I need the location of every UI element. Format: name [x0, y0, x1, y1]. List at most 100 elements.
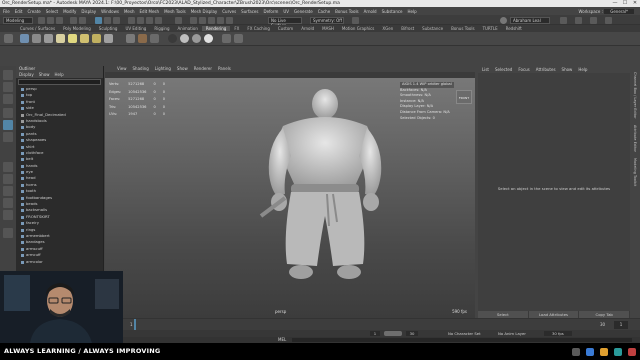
render-view-icon[interactable] — [190, 16, 197, 24]
range-slider-handle[interactable] — [384, 331, 402, 336]
shelf-tab-custom[interactable]: Custom — [274, 26, 297, 31]
close-button[interactable]: ✕ — [630, 0, 640, 7]
open-scene-icon[interactable] — [47, 16, 54, 24]
menu-uv[interactable]: UV — [283, 9, 289, 14]
camera-icon[interactable] — [20, 34, 29, 43]
menu-substance[interactable]: Substance — [382, 9, 403, 14]
load-attributes-button[interactable]: Load Attributes — [528, 311, 580, 318]
rotate-tool-icon[interactable] — [3, 120, 13, 130]
blinn-icon[interactable] — [180, 34, 189, 43]
ae-menu-help[interactable]: Help — [578, 66, 587, 73]
outliner-search-input[interactable] — [18, 79, 101, 85]
menu-edit[interactable]: Edit — [15, 9, 23, 14]
snap-point-icon[interactable] — [146, 16, 153, 24]
select-by-component-icon[interactable] — [113, 16, 120, 24]
tool-settings-icon[interactable] — [590, 16, 597, 24]
snap-view-plane-icon[interactable] — [155, 16, 162, 24]
move-tool-icon[interactable] — [3, 108, 13, 118]
menu-surfaces[interactable]: Surfaces — [241, 9, 258, 14]
avatar[interactable] — [500, 16, 507, 24]
range-end-field[interactable]: 30 — [406, 331, 418, 336]
snap-grid-icon[interactable] — [128, 16, 135, 24]
menu-select[interactable]: Select — [46, 9, 58, 14]
menu-deform[interactable]: Deform — [263, 9, 278, 14]
shelf-menu-icon[interactable] — [4, 34, 13, 43]
viewport-3d[interactable]: Verts: 5271268 0 0 Edges: 10542536 0 0 Faces: 5… — [105, 78, 475, 318]
layout-option-icon[interactable] — [3, 228, 13, 238]
save-scene-icon[interactable] — [56, 16, 63, 24]
menu-mesh-display[interactable]: Mesh Display — [191, 9, 218, 14]
hypershade-shelf-icon[interactable] — [222, 34, 231, 43]
four-pane-icon[interactable] — [3, 174, 13, 184]
menu-bonus-tools[interactable]: Bonus Tools — [335, 9, 358, 14]
render-setup-icon[interactable] — [234, 34, 243, 43]
menu-display[interactable]: Display — [81, 9, 96, 14]
shelf-tab-motion-graphics[interactable]: Motion Graphics — [338, 26, 379, 31]
select-tool-icon[interactable] — [3, 70, 13, 80]
current-frame-field[interactable]: 1 — [614, 320, 628, 329]
ae-menu-focus[interactable]: Focus — [518, 66, 529, 73]
ae-menu-attributes[interactable]: Attributes — [536, 66, 556, 73]
menu-help[interactable]: Help — [408, 9, 417, 14]
xray-icon[interactable] — [352, 16, 359, 24]
menu-edit-mesh[interactable]: Edit Mesh — [140, 9, 160, 14]
app-icon[interactable] — [628, 347, 636, 356]
new-scene-icon[interactable] — [38, 16, 45, 24]
lambert-icon[interactable] — [168, 34, 177, 43]
shelf-tab-poly-modeling[interactable]: Poly Modeling — [59, 26, 95, 31]
render-settings-shelf-icon[interactable] — [150, 34, 159, 43]
file-explorer-icon[interactable] — [586, 347, 594, 356]
menu-mesh-tools[interactable]: Mesh Tools — [164, 9, 186, 14]
ambient-light-icon[interactable] — [44, 34, 53, 43]
shelf-tab-redshift[interactable]: Redshift — [502, 26, 526, 31]
shelf-tab-turtle[interactable]: TURTLE — [479, 26, 502, 31]
area-light-icon[interactable] — [92, 34, 101, 43]
shelf-tab-arnold[interactable]: Arnold — [297, 26, 318, 31]
minimize-button[interactable]: — — [610, 0, 620, 7]
render-icon[interactable] — [126, 34, 135, 43]
character-set-dropdown[interactable]: No Character Set — [448, 331, 481, 336]
menu-arnold[interactable]: Arnold — [364, 9, 377, 14]
shelf-tab-sculpting[interactable]: Sculpting — [95, 26, 122, 31]
copy-tab-button[interactable]: Copy Tab — [579, 311, 631, 318]
menu-windows[interactable]: Windows — [101, 9, 119, 14]
shelf-tab-fx[interactable]: FX — [230, 26, 243, 31]
outliner-menu-help[interactable]: Help — [55, 72, 64, 78]
point-light-icon[interactable] — [68, 34, 77, 43]
menu-create[interactable]: Create — [27, 9, 40, 14]
menu-file[interactable]: File — [3, 9, 10, 14]
scale-tool-icon[interactable] — [3, 132, 13, 142]
maximize-button[interactable]: ☐ — [620, 0, 630, 7]
menu-set-dropdown[interactable]: Modeling — [3, 16, 33, 24]
range-start-field[interactable]: 1 — [370, 331, 380, 336]
ae-menu-show[interactable]: Show — [562, 66, 573, 73]
history-icon[interactable] — [175, 16, 182, 24]
outliner-menu-display[interactable]: Display — [19, 72, 34, 78]
live-surface-field[interactable]: No Live Surface — [268, 16, 302, 28]
shelf-tab-bonus-tools[interactable]: Bonus Tools — [447, 26, 478, 31]
aim-camera-icon[interactable] — [32, 34, 41, 43]
shelf-tab-animation[interactable]: Animation — [174, 26, 202, 31]
ipr-render-icon[interactable] — [208, 16, 215, 24]
persp-graph-icon[interactable] — [3, 198, 13, 208]
shelf-tab-uv-editing[interactable]: UV Editing — [121, 26, 150, 31]
menu-cache[interactable]: Cache — [318, 9, 330, 14]
snap-curve-icon[interactable] — [137, 16, 144, 24]
select-button[interactable]: Select — [478, 311, 529, 318]
select-by-hierarchy-icon[interactable] — [95, 16, 102, 24]
side-tab-channel-box[interactable]: Channel Box / Layer Editor — [633, 72, 637, 119]
ae-menu-selected[interactable]: Selected — [495, 66, 512, 73]
side-tab-attribute-editor[interactable]: Attribute Editor — [633, 125, 637, 152]
symmetry-dropdown[interactable]: Symmetry: Off — [310, 16, 344, 24]
search-icon[interactable] — [572, 347, 580, 356]
current-time-marker[interactable] — [134, 319, 136, 330]
channel-box-icon[interactable] — [605, 16, 612, 24]
volume-light-icon[interactable] — [104, 34, 113, 43]
maya-icon[interactable] — [614, 347, 622, 356]
view-cube[interactable]: FRONT — [456, 90, 472, 104]
shelf-tab-substance[interactable]: Substance — [418, 26, 447, 31]
outliner-menu-show[interactable]: Show — [39, 72, 50, 78]
render-settings-icon[interactable] — [217, 16, 224, 24]
shelf-tab-xgen[interactable]: XGen — [378, 26, 397, 31]
single-pane-icon[interactable] — [3, 162, 13, 172]
